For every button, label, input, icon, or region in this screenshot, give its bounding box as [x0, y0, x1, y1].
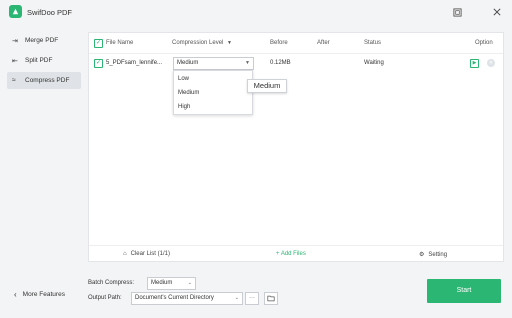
chevron-down-icon: ▼	[245, 60, 250, 66]
output-path-value: Document's Current Directory	[135, 295, 214, 301]
sidebar-item-merge-pdf[interactable]: ⇥ Merge PDF	[7, 32, 81, 49]
file-list-panel: ✓ File Name Compression Level ▼ Before A…	[88, 32, 504, 262]
compress-icon: ≈	[12, 77, 16, 84]
status-cell: Waiting	[364, 60, 384, 66]
sidebar-item-label: Split PDF	[25, 57, 53, 64]
merge-icon: ⇥	[12, 37, 18, 45]
start-button[interactable]: Start	[427, 279, 501, 303]
column-header-after: After	[317, 40, 330, 46]
file-name-cell: 5_PDFsam_lennife...	[106, 60, 163, 66]
batch-compress-label: Batch Compress:	[88, 280, 135, 286]
batch-compress-value: Medium	[151, 280, 173, 286]
sidebar: ⇥ Merge PDF ⇤ Split PDF ≈ Compress PDF	[0, 30, 86, 318]
chevron-down-icon: ⌄	[187, 280, 192, 286]
column-header-before: Before	[270, 40, 288, 46]
output-path-label: Output Path:	[88, 295, 122, 301]
column-header-compression-level[interactable]: Compression Level ▼	[172, 40, 232, 46]
open-file-icon[interactable]: ▶	[470, 59, 479, 68]
table-header: ✓ File Name Compression Level ▼ Before A…	[89, 33, 503, 54]
browse-path-button[interactable]: ···	[245, 292, 259, 305]
column-header-file-name: File Name	[106, 40, 134, 46]
title-bar: SwifDoo PDF	[0, 0, 512, 25]
column-header-option: Option	[475, 40, 493, 46]
broom-icon: ⌂	[123, 251, 127, 257]
row-checkbox[interactable]: ✓	[94, 59, 103, 68]
caret-down-icon: ▼	[227, 40, 232, 46]
sidebar-item-split-pdf[interactable]: ⇤ Split PDF	[7, 52, 81, 69]
gear-icon: ⚙	[419, 252, 425, 258]
compression-level-dropdown: Low Medium High	[173, 70, 253, 115]
clear-list-button[interactable]: ⌂ Clear List (1/1)	[123, 251, 170, 257]
split-icon: ⇤	[12, 57, 18, 65]
sidebar-item-label: Merge PDF	[25, 37, 59, 44]
compression-level-value: Medium	[177, 60, 199, 66]
app-logo-icon	[9, 5, 22, 18]
dropdown-option-medium[interactable]: Medium	[178, 90, 199, 96]
sidebar-item-label: Compress PDF	[25, 77, 70, 84]
more-features-label: More Features	[22, 291, 65, 298]
more-features-button[interactable]: ‹ More Features	[14, 290, 65, 299]
add-files-button[interactable]: + Add Files	[276, 251, 306, 257]
chevron-down-icon: ⌄	[234, 295, 239, 301]
select-all-checkbox[interactable]: ✓	[94, 39, 103, 48]
remove-row-icon[interactable]: ✕	[487, 59, 495, 67]
app-title: SwifDoo PDF	[27, 8, 73, 17]
open-folder-button[interactable]	[264, 292, 278, 305]
panel-footer: ⌂ Clear List (1/1) + Add Files ⚙ Setting	[89, 245, 503, 262]
sidebar-item-compress-pdf[interactable]: ≈ Compress PDF	[7, 72, 81, 89]
before-size-cell: 0.12MB	[270, 60, 291, 66]
tooltip: Medium	[247, 79, 287, 93]
setting-button[interactable]: ⚙ Setting	[419, 251, 447, 259]
close-icon[interactable]	[491, 6, 503, 18]
batch-compress-select[interactable]: Medium ⌄	[147, 277, 196, 290]
fullscreen-icon[interactable]	[451, 6, 463, 18]
compression-level-select[interactable]: Medium ▼	[173, 57, 254, 70]
chevron-left-icon: ‹	[14, 290, 17, 299]
output-path-select[interactable]: Document's Current Directory ⌄	[131, 292, 243, 305]
dropdown-option-high[interactable]: High	[178, 104, 190, 110]
column-header-status: Status	[364, 40, 382, 46]
dropdown-option-low[interactable]: Low	[178, 76, 189, 82]
